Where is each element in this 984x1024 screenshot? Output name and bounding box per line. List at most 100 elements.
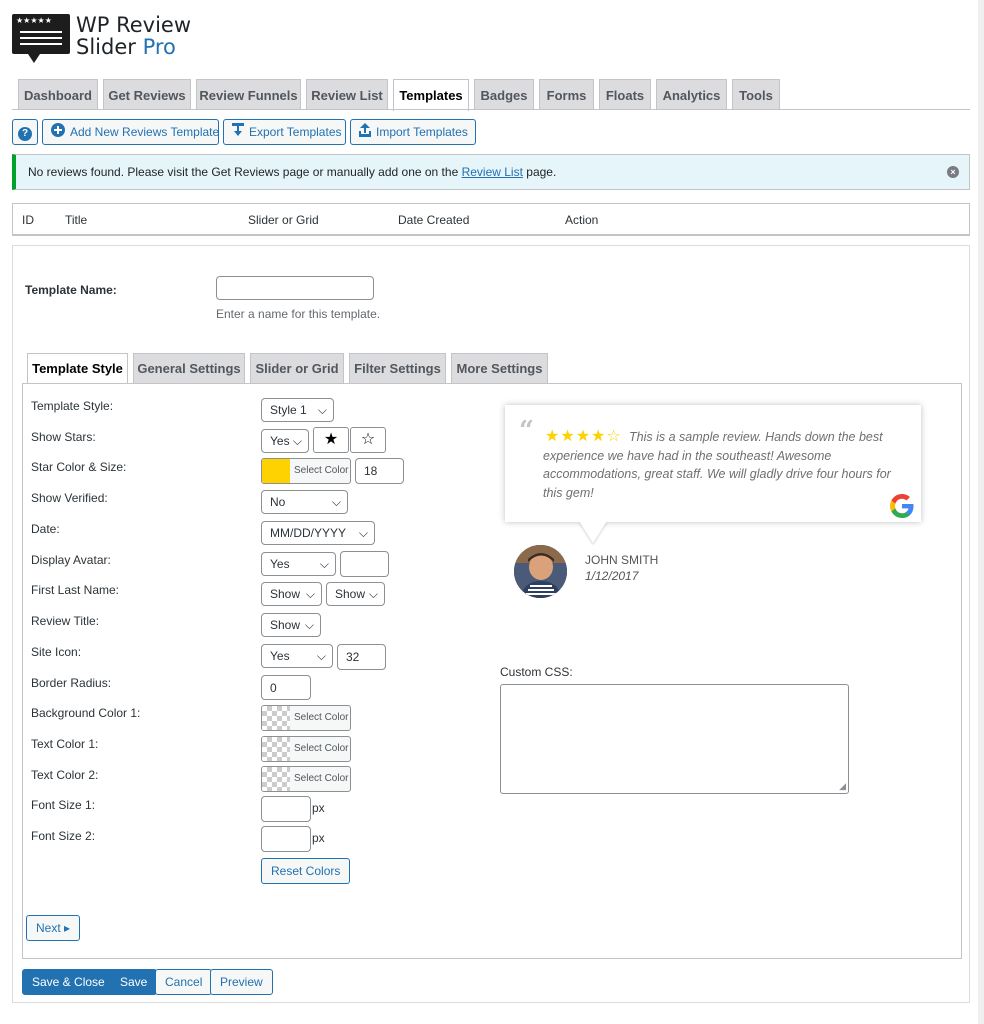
tab-general-settings[interactable]: General Settings (133, 353, 245, 383)
nav-tab-forms[interactable]: Forms (539, 79, 594, 110)
chevron-down-icon: ⌵ (368, 587, 378, 601)
site-icon-size-input[interactable] (337, 644, 386, 670)
font-size-2-unit: px (312, 831, 325, 845)
transparent-swatch (262, 706, 290, 730)
avatar-size-input[interactable] (340, 551, 389, 577)
import-templates-button[interactable]: Import Templates (350, 119, 476, 145)
first-name-select[interactable]: Show ⌵ (261, 582, 322, 606)
template-style-select[interactable]: Style 1 ⌵ (261, 398, 334, 422)
tab-template-style[interactable]: Template Style (27, 353, 128, 384)
site-icon-select[interactable]: Yes ⌵ (261, 644, 333, 668)
preview-reviewer-name: JOHN SMITH (585, 553, 659, 567)
last-name-select[interactable]: Show ⌵ (326, 582, 385, 606)
text-color-2-label: Text Color 2: (31, 768, 99, 782)
chevron-down-icon: ⌵ (316, 649, 326, 663)
star-color-size-label: Star Color & Size: (31, 460, 127, 474)
help-button[interactable]: ? (12, 119, 38, 145)
templates-table-header: ID Title Slider or Grid Date Created Act… (12, 203, 970, 236)
font-size-2-input[interactable] (261, 826, 311, 852)
logo-stars: ★★★★★ (16, 16, 52, 25)
nav-tab-templates[interactable]: Templates (393, 79, 469, 111)
nav-tab-review-list[interactable]: Review List (306, 79, 388, 110)
font-size-2-label: Font Size 2: (31, 829, 96, 843)
chevron-down-icon: ⌵ (304, 618, 314, 632)
review-preview-pointer (579, 521, 607, 543)
col-action: Action (565, 213, 599, 227)
add-new-template-button[interactable]: Add New Reviews Template (42, 119, 219, 145)
resize-handle-icon[interactable]: ◢ (839, 782, 846, 791)
first-last-name-label: First Last Name: (31, 583, 120, 597)
save-close-button[interactable]: Save & Close (22, 969, 115, 995)
custom-css-textarea[interactable]: ◢ (500, 684, 849, 794)
transparent-swatch (262, 737, 290, 761)
reviewer-avatar (514, 545, 567, 598)
dismiss-notice-icon[interactable]: × (947, 166, 959, 178)
col-date-created: Date Created (398, 213, 470, 227)
chevron-down-icon: ⌵ (292, 434, 302, 448)
chevron-down-icon: ⌵ (319, 557, 329, 571)
review-list-link[interactable]: Review List (462, 165, 523, 179)
quote-icon: “ (519, 416, 534, 446)
star-outline-icon: ☆ (360, 431, 376, 448)
date-label: Date: (31, 522, 60, 536)
export-icon (232, 121, 244, 145)
preview-button[interactable]: Preview (210, 969, 273, 995)
save-button[interactable]: Save (110, 969, 158, 995)
text-color-1-picker[interactable]: Select Color (261, 736, 351, 762)
template-name-hint: Enter a name for this template. (216, 307, 381, 321)
nav-divider (12, 109, 970, 110)
filled-star-style-button[interactable]: ★ (313, 427, 349, 453)
chevron-down-icon: ⌵ (331, 495, 341, 509)
nav-tab-review-funnels[interactable]: Review Funnels (196, 79, 301, 110)
font-size-1-label: Font Size 1: (31, 798, 96, 812)
nav-tab-get-reviews[interactable]: Get Reviews (103, 79, 191, 110)
export-templates-button[interactable]: Export Templates (223, 119, 346, 145)
next-button[interactable]: Next ▸ (26, 915, 81, 941)
bg-color-1-label: Background Color 1: (31, 706, 141, 720)
nav-tab-floats[interactable]: Floats (599, 79, 651, 110)
chevron-down-icon: ⌵ (305, 587, 315, 601)
bg-color-1-picker[interactable]: Select Color (261, 705, 351, 731)
col-id: ID (22, 213, 34, 227)
plugin-title: WP Review Slider Pro (76, 13, 192, 59)
plus-circle-icon (51, 121, 65, 145)
review-title-select[interactable]: Show ⌵ (261, 613, 321, 637)
font-size-1-unit: px (312, 801, 325, 815)
star-size-input[interactable] (355, 458, 404, 484)
cancel-button[interactable]: Cancel (155, 969, 213, 995)
nav-tab-tools[interactable]: Tools (732, 79, 780, 110)
empty-star-style-button[interactable]: ☆ (350, 427, 386, 453)
tab-slider-or-grid[interactable]: Slider or Grid (250, 353, 344, 383)
pro-label: Pro (142, 35, 176, 59)
show-stars-select[interactable]: Yes ⌵ (261, 429, 309, 453)
col-slider-grid: Slider or Grid (248, 213, 319, 227)
reset-colors-button[interactable]: Reset Colors (261, 858, 351, 884)
nav-tab-analytics[interactable]: Analytics (656, 79, 727, 110)
nav-tab-dashboard[interactable]: Dashboard (18, 79, 98, 110)
page: ★★★★★ WP Review Slider Pro Dashboard Get… (0, 0, 978, 1024)
template-name-input[interactable] (216, 276, 374, 300)
font-size-1-input[interactable] (261, 796, 311, 822)
import-icon (359, 121, 371, 145)
star-color-picker[interactable]: Select Color (261, 458, 351, 484)
template-style-label: Template Style: (31, 399, 114, 413)
date-format-select[interactable]: MM/DD/YYYY ⌵ (261, 521, 375, 545)
display-avatar-select[interactable]: Yes ⌵ (261, 552, 336, 576)
chevron-down-icon: ⌵ (317, 403, 327, 417)
transparent-swatch (262, 767, 290, 791)
custom-css-label: Custom CSS: (500, 665, 573, 679)
text-color-1-label: Text Color 1: (31, 737, 99, 751)
show-verified-select[interactable]: No ⌵ (261, 490, 348, 514)
border-radius-input[interactable] (261, 675, 311, 700)
review-title-label: Review Title: (31, 614, 100, 628)
show-verified-label: Show Verified: (31, 491, 108, 505)
help-icon: ? (18, 127, 32, 141)
nav-tab-badges[interactable]: Badges (474, 79, 534, 110)
text-color-2-picker[interactable]: Select Color (261, 766, 351, 792)
preview-review-date: 1/12/2017 (585, 569, 639, 583)
no-reviews-notice: No reviews found. Please visit the Get R… (12, 154, 970, 190)
tab-more-settings[interactable]: More Settings (451, 353, 548, 383)
site-icon-label: Site Icon: (31, 645, 82, 659)
tab-filter-settings[interactable]: Filter Settings (349, 353, 446, 383)
border-radius-label: Border Radius: (31, 676, 112, 690)
